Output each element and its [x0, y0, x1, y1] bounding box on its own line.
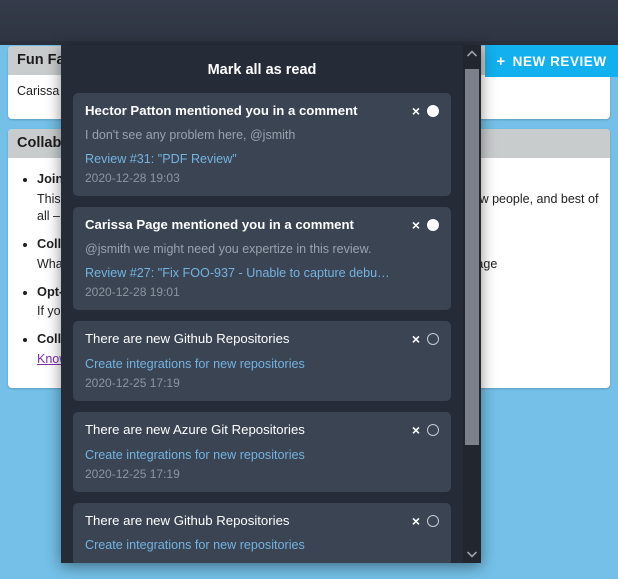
notification-timestamp: 2020-12-28 19:03	[85, 171, 439, 185]
notification-item[interactable]: Hector Patton mentioned you in a comment…	[73, 93, 451, 196]
notifications-panel: Mark all as read Hector Patton mentioned…	[61, 45, 481, 563]
unread-status-dot[interactable]	[427, 219, 439, 231]
notification-title: There are new Azure Git Repositories	[85, 422, 404, 439]
notification-item[interactable]: There are new Github Repositories × Crea…	[73, 503, 451, 563]
notifications-list: Hector Patton mentioned you in a comment…	[61, 93, 463, 563]
notification-link[interactable]: Review #27: "Fix FOO-937 - Unable to cap…	[85, 265, 439, 281]
new-review-button-label: NEW REVIEW	[513, 54, 607, 69]
mark-all-as-read-button[interactable]: Mark all as read	[61, 45, 463, 92]
new-review-button[interactable]: + NEW REVIEW	[485, 45, 618, 77]
close-icon[interactable]: ×	[412, 332, 420, 346]
read-status-dot[interactable]	[427, 333, 439, 345]
notification-link[interactable]: Review #31: "PDF Review"	[85, 151, 439, 167]
notification-subtitle: I don't see any problem here, @jsmith	[85, 127, 439, 143]
top-bar	[0, 0, 618, 41]
notification-header: Carissa Page mentioned you in a comment …	[85, 217, 439, 234]
unread-status-dot[interactable]	[427, 105, 439, 117]
read-status-dot[interactable]	[427, 424, 439, 436]
notification-actions: ×	[412, 422, 439, 437]
notification-actions: ×	[412, 103, 439, 118]
notification-item[interactable]: Carissa Page mentioned you in a comment …	[73, 207, 451, 310]
notification-header: Hector Patton mentioned you in a comment…	[85, 103, 439, 120]
notification-timestamp: 2020-12-25 17:19	[85, 376, 439, 390]
notification-title: There are new Github Repositories	[85, 331, 404, 348]
notifications-scrollbar[interactable]	[463, 45, 481, 563]
notification-link[interactable]: Create integrations for new repositories	[85, 537, 439, 553]
notification-actions: ×	[412, 513, 439, 528]
notification-timestamp: 2020-12-25 17:19	[85, 467, 439, 481]
close-icon[interactable]: ×	[412, 423, 420, 437]
plus-icon: +	[496, 53, 505, 70]
close-icon[interactable]: ×	[412, 104, 420, 118]
notification-timestamp: 2020-12-28 19:01	[85, 285, 439, 299]
notification-subtitle: @jsmith we might need you expertize in t…	[85, 241, 439, 257]
scrollbar-thumb[interactable]	[465, 69, 479, 445]
notification-title: Carissa Page mentioned you in a comment	[85, 217, 404, 234]
close-icon[interactable]: ×	[412, 218, 420, 232]
close-icon[interactable]: ×	[412, 514, 420, 528]
notification-link[interactable]: Create integrations for new repositories	[85, 356, 439, 372]
notification-actions: ×	[412, 331, 439, 346]
notification-actions: ×	[412, 217, 439, 232]
notification-header: There are new Github Repositories ×	[85, 513, 439, 530]
app-root: Fun Facts Carissa Page has been a member…	[0, 0, 618, 579]
notification-header: There are new Azure Git Repositories ×	[85, 422, 439, 439]
notification-item[interactable]: There are new Github Repositories × Crea…	[73, 321, 451, 401]
notification-title: There are new Github Repositories	[85, 513, 404, 530]
read-status-dot[interactable]	[427, 515, 439, 527]
notification-link[interactable]: Create integrations for new repositories	[85, 447, 439, 463]
chevron-down-icon[interactable]	[463, 546, 481, 563]
notification-item[interactable]: There are new Azure Git Repositories × C…	[73, 412, 451, 492]
notification-title: Hector Patton mentioned you in a comment	[85, 103, 404, 120]
chevron-up-icon[interactable]	[463, 45, 481, 62]
notification-header: There are new Github Repositories ×	[85, 331, 439, 348]
